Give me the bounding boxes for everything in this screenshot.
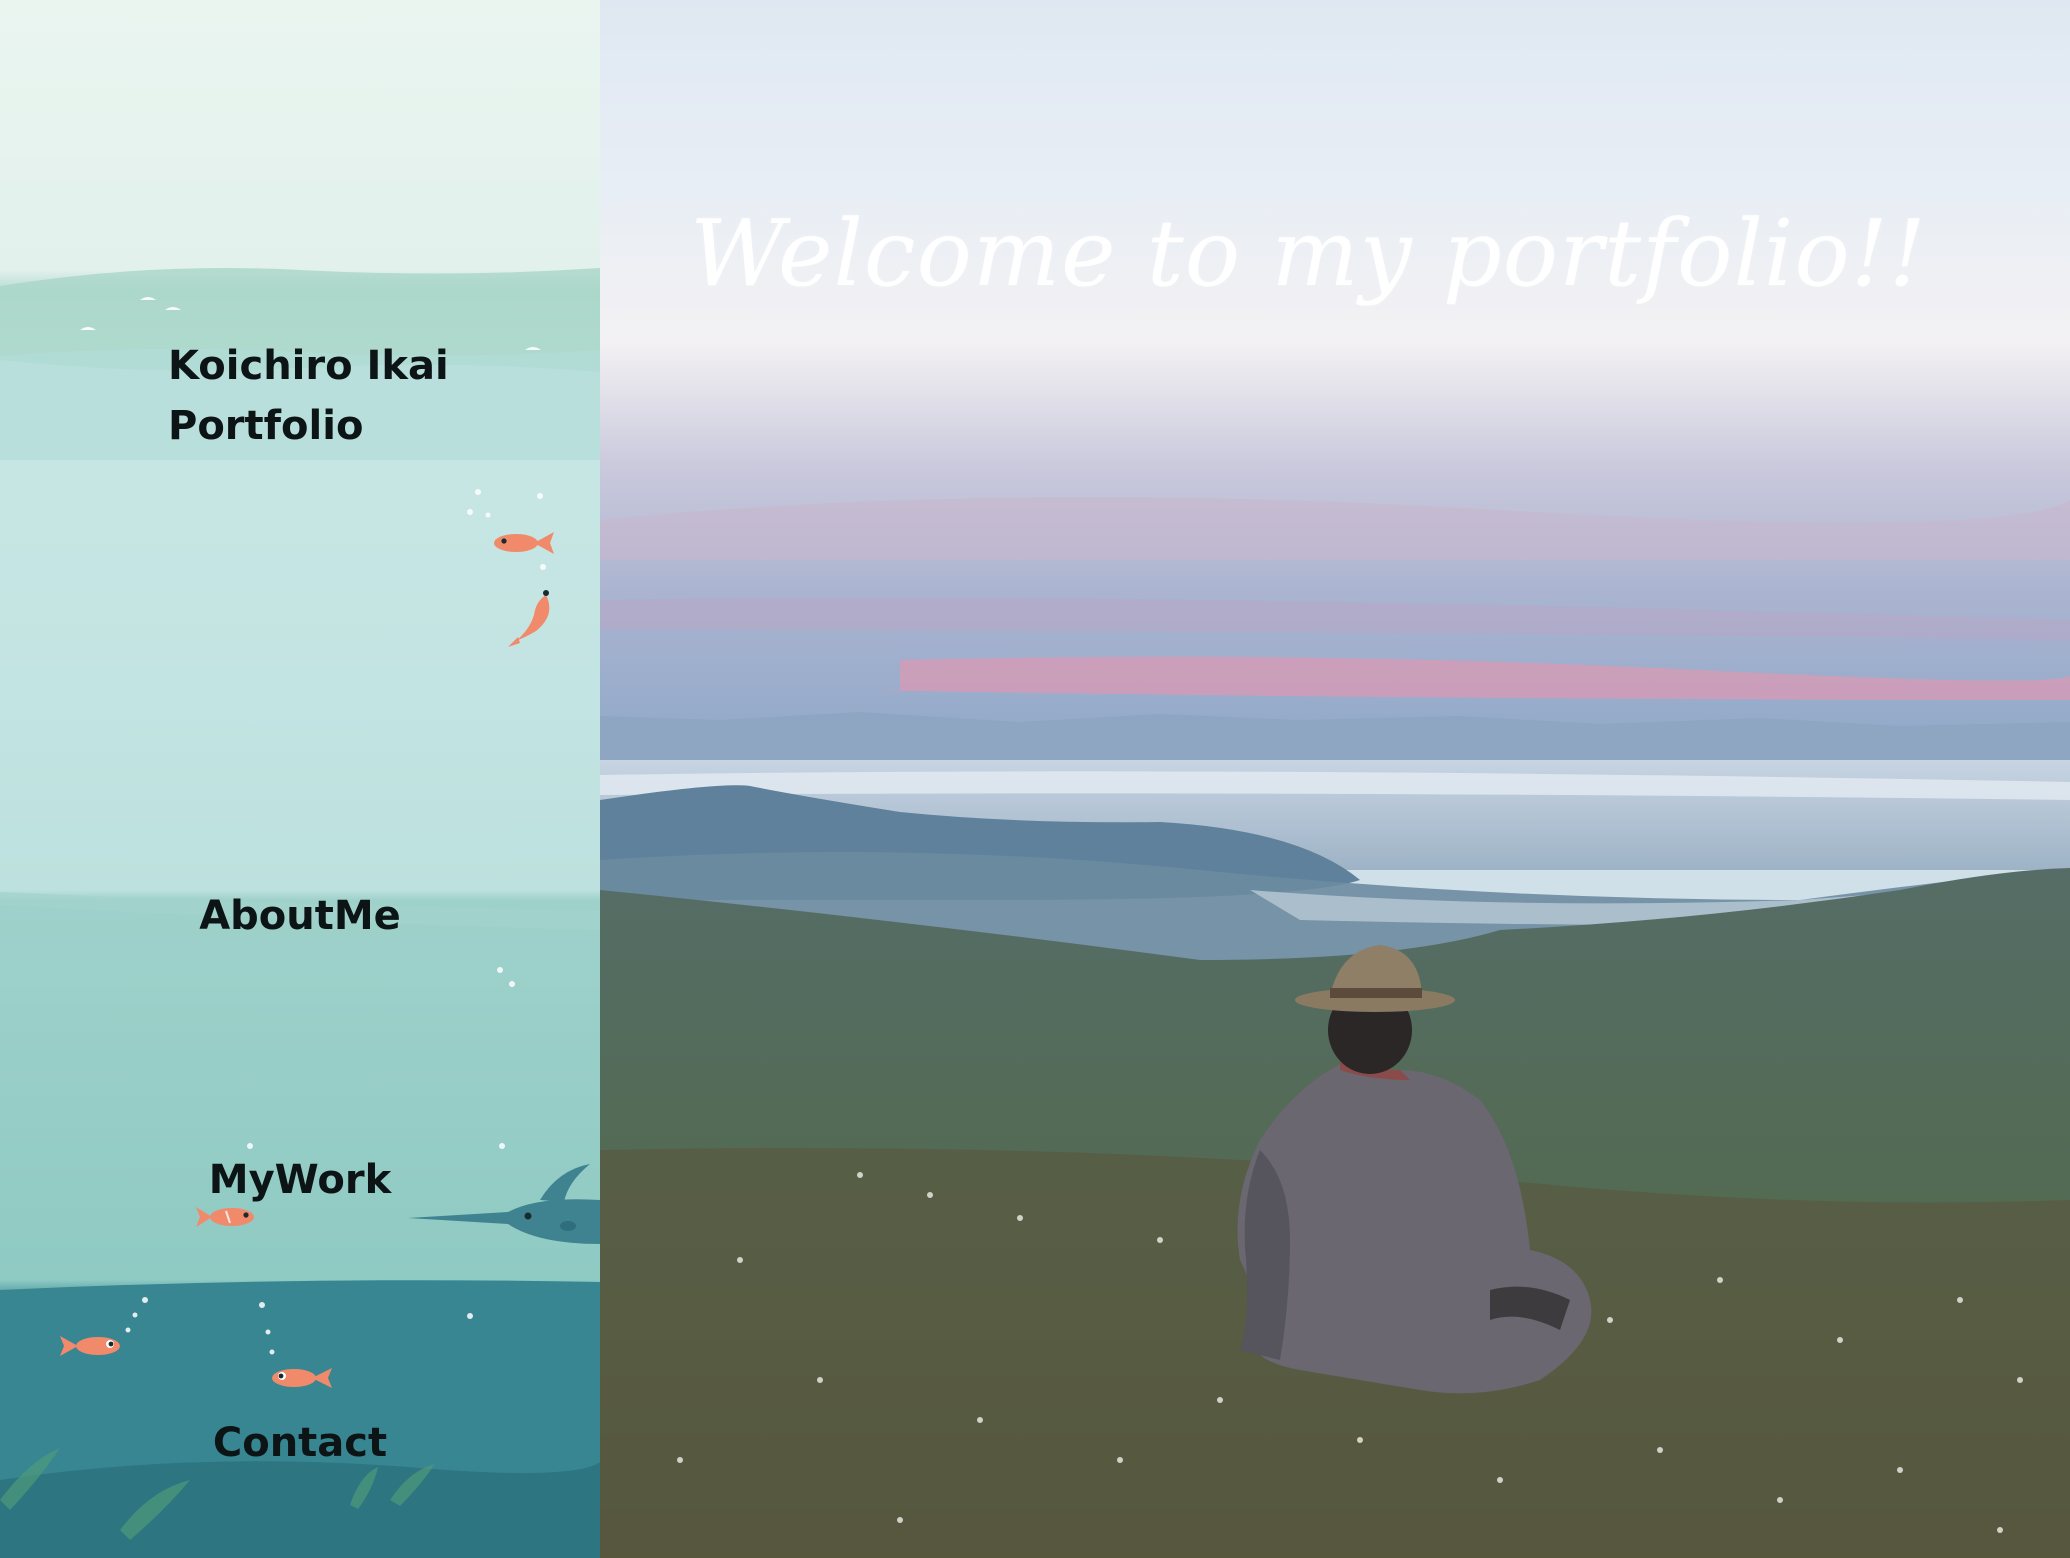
fish-icon [196,1207,254,1227]
sidebar: Koichiro Ikai Portfolio AboutMe MyWork C… [0,0,600,1558]
brand-subtitle: Portfolio [168,403,364,449]
nav-my-work[interactable]: MyWork [0,1157,600,1203]
fish-icon [508,590,550,647]
nav-contact[interactable]: Contact [0,1420,600,1466]
fish-icon [60,1336,120,1356]
site-brand[interactable]: Koichiro Ikai Portfolio [168,336,449,456]
fish-icon [494,532,554,554]
hero-title: Welcome to my portfolio!! [690,200,1927,307]
nav-about-me[interactable]: AboutMe [0,893,600,939]
fish-icon [272,1368,332,1388]
hero-section: Welcome to my portfolio!! [600,0,2070,1558]
ocean-illustration [0,268,600,1558]
brand-name: Koichiro Ikai [168,343,449,389]
